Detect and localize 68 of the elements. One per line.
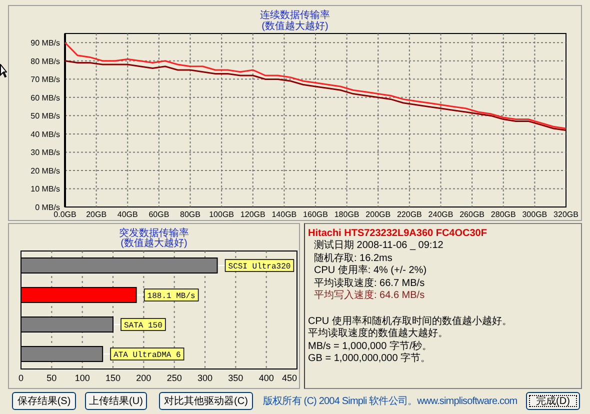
note-line: CPU 使用率和随机存取时间的数值越小越好。 xyxy=(308,316,513,328)
x-tick-label: 280GB xyxy=(490,210,516,219)
x-tick-label: 160GB xyxy=(303,210,328,219)
x-tick-label: 100GB xyxy=(209,210,234,219)
x-tick-label: 20GB xyxy=(86,210,107,219)
x-tick-label: 450 xyxy=(282,373,297,383)
x-tick-label: 300 xyxy=(197,373,213,383)
done-button[interactable]: 完成(D) xyxy=(526,392,580,410)
y-tick-label: 30 MB/s xyxy=(30,148,60,158)
button[interactable]: 上传结果(U) xyxy=(85,392,147,410)
chart-title: 连续数据传输率 xyxy=(260,10,330,21)
x-tick-label: 220GB xyxy=(396,210,422,219)
x-tick-label: 180GB xyxy=(334,210,360,219)
y-tick-label: 10 MB/s xyxy=(30,184,60,194)
x-tick-label: 80GB xyxy=(180,210,200,219)
x-tick-label: 200GB xyxy=(366,210,391,219)
x-tick-label: 260GB xyxy=(460,210,485,219)
button[interactable]: 保存结果(S) xyxy=(12,392,76,410)
y-tick-label: 40 MB/s xyxy=(30,130,60,139)
x-tick-label: 120GB xyxy=(240,210,266,219)
result-line: 随机存取: 16.2ms xyxy=(313,252,394,264)
y-tick-label: 60 MB/s xyxy=(30,93,60,102)
x-tick-label: 150 xyxy=(105,373,121,383)
y-tick-label: SCSI Ultra320 xyxy=(228,262,291,272)
y-tick-label: 188.1 MB/s xyxy=(147,292,196,301)
chart-subtitle: (数值越大越好) xyxy=(120,239,188,249)
y-tick-label: 20 MB/s xyxy=(30,166,60,176)
y-tick-label: 0 MB/s xyxy=(35,203,60,212)
x-tick-label: 40GB xyxy=(117,210,138,219)
leader-line xyxy=(218,265,226,266)
x-tick-label: 400 xyxy=(258,373,274,383)
bar-label: SCSI Ultra320 xyxy=(224,259,294,272)
y-tick-label: 70 MB/s xyxy=(30,75,60,84)
copyright-link[interactable]: 版权所有 (C) 2004 Simpli 软件公司。www.simplisoftware.com xyxy=(263,394,518,408)
result-line: CPU 使用率: 4% (+/- 2%) xyxy=(313,265,428,278)
x-tick-label: 140GB xyxy=(272,210,297,219)
x-tick-label: 250 xyxy=(166,373,182,383)
bar-label: SATA 150 xyxy=(120,318,166,331)
result-line: 测试日期 2008-11-06 _ 09:12 xyxy=(313,240,444,252)
x-tick-label: 50 xyxy=(46,373,57,383)
x-tick-label: 300GB xyxy=(522,210,548,219)
button[interactable]: 对比其他驱动器(C) xyxy=(159,392,253,410)
y-tick-label: ATA UltraDMA 6 xyxy=(114,351,181,360)
bar-label: 188.1 MB/s xyxy=(144,288,199,302)
x-tick-label: 60GB xyxy=(148,210,170,219)
bar-label: ATA UltraDMA 6 xyxy=(110,348,184,360)
chart-subtitle: (数值越大越好) xyxy=(262,21,328,32)
y-tick-label: 90 MB/s xyxy=(30,38,60,48)
leader-line xyxy=(114,324,122,325)
chart-title: 突发数据传输率 xyxy=(119,229,189,239)
x-tick-label: 200 xyxy=(136,373,152,383)
y-tick-label: 50 MB/s xyxy=(30,112,60,121)
cursor-icon xyxy=(0,64,7,78)
x-tick-label: 100 xyxy=(74,373,90,383)
note-line: MB/s = 1,000,000 字节/秒。 xyxy=(308,340,434,352)
result-line: 平均读取速度: 66.7 MB/s xyxy=(313,278,426,290)
leader-line xyxy=(136,294,145,296)
x-tick-label: 350 xyxy=(228,373,244,383)
y-tick-label: 80 MB/s xyxy=(30,56,60,66)
y-tick-label: SATA 150 xyxy=(124,322,163,330)
x-tick-label: 240GB xyxy=(428,210,454,219)
drive-name: Hitachi HTS723232L9A360 FC4OC30F xyxy=(308,227,488,240)
note-line: GB = 1,000,000,000 字节。 xyxy=(308,353,432,366)
x-tick-label: 320GB xyxy=(554,210,578,219)
x-tick-label: 0.0GB xyxy=(54,210,76,219)
note-line: 平均读取速度的数值越大越好。 xyxy=(308,328,449,340)
result-line: 平均写入速度: 64.6 MB/s xyxy=(313,290,426,302)
x-tick-label: 0 xyxy=(18,373,24,383)
